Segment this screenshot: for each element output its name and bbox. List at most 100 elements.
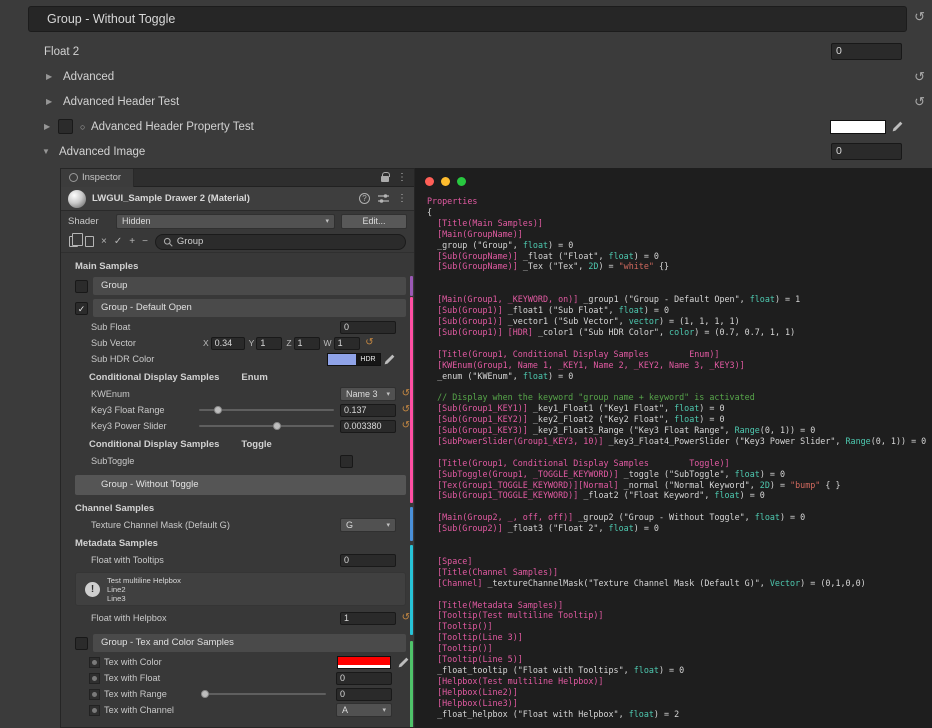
title-metadata-samples: Metadata Samples <box>61 536 414 552</box>
advanced-image-field[interactable]: 0 <box>831 143 902 160</box>
subtoggle-row: SubToggle <box>61 453 414 469</box>
apply-icon[interactable]: ✓ <box>114 237 122 247</box>
group-tex-color-header-bar[interactable]: Group - Tex and Color Samples <box>93 634 406 652</box>
key3-float-range-field[interactable]: 0.137 <box>340 404 396 417</box>
edit-shader-button[interactable]: Edit... <box>341 214 407 229</box>
group-without-toggle-top-header[interactable]: Group - Without Toggle <box>28 6 907 32</box>
revert-icon[interactable]: ↺ <box>396 418 410 434</box>
group-without-toggle-top-header-label: Group - Without Toggle <box>47 12 175 26</box>
key3-float-range-row: Key3 Float Range 0.137 ↺ <box>61 402 414 418</box>
vector-y-field[interactable]: 1 <box>256 337 282 350</box>
subtoggle-checkbox[interactable] <box>340 455 353 468</box>
foldout-arrow-icon[interactable]: ▶ <box>46 67 52 87</box>
sub-float-row: Sub Float 0 <box>61 319 414 335</box>
advanced-image-row: ▼ Advanced Image 0 <box>0 142 932 162</box>
group-without-toggle-bar[interactable]: Group - Without Toggle <box>75 475 406 495</box>
property-search-input[interactable]: Group <box>155 234 406 250</box>
title-conditional-enum-left: Conditional Display Samples <box>89 370 219 386</box>
group-tex-color-checkbox[interactable] <box>75 637 88 650</box>
key3-power-slider-field[interactable]: 0.003380 <box>340 420 396 433</box>
shader-dropdown[interactable]: Hidden ▾ <box>116 214 335 229</box>
float-with-helpbox-field[interactable]: 1 <box>340 612 396 625</box>
revert-icon[interactable]: ↺ <box>396 386 410 402</box>
float-with-helpbox-row: Float with Helpbox 1 ↺ <box>61 610 414 626</box>
key3-power-slider[interactable] <box>199 419 334 433</box>
eyedropper-icon[interactable] <box>383 353 396 366</box>
float2-field[interactable]: 0 <box>831 43 902 60</box>
revert-icon[interactable]: ↺ <box>914 9 925 25</box>
texture-channel-mask-dropdown[interactable]: G ▾ <box>340 518 396 532</box>
tab-menu-icon[interactable]: ⋮ <box>397 173 407 183</box>
revert-icon[interactable]: ↺ <box>396 610 410 626</box>
eyedropper-icon[interactable] <box>891 120 904 133</box>
group-header-bar[interactable]: Group <box>93 277 406 295</box>
close-button[interactable] <box>425 177 434 186</box>
revert-icon[interactable]: ↺ <box>914 67 925 87</box>
sub-float-field[interactable]: 0 <box>340 321 396 334</box>
minimize-button[interactable] <box>441 177 450 186</box>
preset-icon[interactable] <box>378 193 389 204</box>
tex-with-range-field[interactable]: 0 <box>336 688 392 701</box>
foldout-arrow-icon[interactable]: ▼ <box>42 142 50 162</box>
advanced-label[interactable]: Advanced <box>63 67 114 87</box>
vector-z-field[interactable]: 1 <box>294 337 320 350</box>
group-default-open-header-bar[interactable]: Group - Default Open <box>93 299 406 317</box>
float-with-tooltips-row: Float with Tooltips 0 <box>61 552 414 568</box>
advanced-header-property-test-row: ▶ ○ Advanced Header Property Test <box>0 117 932 137</box>
vector-x-field[interactable]: 0.34 <box>211 337 245 350</box>
slider-handle[interactable] <box>273 422 281 430</box>
inspector-tabbar: Inspector ⋮ <box>61 169 414 187</box>
revert-icon[interactable]: ↺ <box>914 92 925 112</box>
texture-channel-mask-label: Texture Channel Mask (Default G) <box>91 520 340 530</box>
group-color-strip-green <box>410 641 413 728</box>
texture-thumbnail-icon[interactable] <box>89 705 100 716</box>
group-checkbox[interactable] <box>75 280 88 293</box>
group-color-strip-blue <box>410 507 413 541</box>
copy-icon[interactable] <box>69 236 78 247</box>
key3-power-slider-label: Key3 Power Slider <box>91 421 199 431</box>
color-swatch-red[interactable] <box>337 656 391 669</box>
texture-thumbnail-icon[interactable] <box>89 657 100 668</box>
title-conditional-enum-right: Enum <box>241 370 267 386</box>
chevron-down-icon: ▾ <box>382 390 390 398</box>
collapse-all-icon[interactable]: − <box>142 237 148 247</box>
texture-thumbnail-icon[interactable] <box>89 673 100 684</box>
eyedropper-icon[interactable] <box>397 656 410 669</box>
texture-channel-mask-row: Texture Channel Mask (Default G) G ▾ <box>61 517 414 533</box>
float-with-tooltips-field[interactable]: 0 <box>340 554 396 567</box>
vector-w-field[interactable]: 1 <box>334 337 360 350</box>
material-menu-icon[interactable]: ⋮ <box>397 194 407 204</box>
advanced-image-label[interactable]: Advanced Image <box>59 142 145 162</box>
slider-handle[interactable] <box>214 406 222 414</box>
tex-with-float-field[interactable]: 0 <box>336 672 392 685</box>
paste-icon[interactable] <box>85 236 94 247</box>
help-icon[interactable]: ? <box>359 193 370 204</box>
advanced-header-property-test-label[interactable]: Advanced Header Property Test <box>91 117 254 137</box>
expand-all-icon[interactable]: + <box>129 237 135 247</box>
tabbar-actions: ⋮ <box>381 173 414 183</box>
zoom-button[interactable] <box>457 177 466 186</box>
advanced-header-property-test-checkbox[interactable] <box>58 119 73 134</box>
tex-with-channel-value: A <box>342 705 348 715</box>
sub-vector-row: Sub Vector X0.34 Y1 Z1 W1 ↺ <box>61 335 414 351</box>
tex-with-channel-dropdown[interactable]: A ▾ <box>336 703 392 717</box>
lock-icon[interactable] <box>381 176 389 182</box>
advanced-header-test-label[interactable]: Advanced Header Test <box>63 92 179 112</box>
foldout-arrow-icon[interactable]: ▶ <box>46 92 52 112</box>
material-preview-sphere[interactable] <box>68 190 86 208</box>
hdr-color-swatch[interactable]: HDR <box>327 353 381 366</box>
texture-thumbnail-icon[interactable] <box>89 689 100 700</box>
tab-inspector[interactable]: Inspector <box>61 169 134 187</box>
cut-icon[interactable]: × <box>101 237 107 247</box>
kwenum-dropdown[interactable]: Name 3 ▾ <box>340 387 396 401</box>
color-swatch-white[interactable] <box>830 120 886 134</box>
tex-with-color-label: Tex with Color <box>104 657 333 667</box>
tex-with-range-slider[interactable] <box>204 687 326 701</box>
group-default-open-checkbox[interactable]: ✓ <box>75 302 88 315</box>
key3-float-range-slider[interactable] <box>199 403 334 417</box>
revert-icon[interactable]: ↺ <box>360 335 374 351</box>
slider-handle[interactable] <box>201 690 209 698</box>
foldout-arrow-icon[interactable]: ▶ <box>44 117 50 137</box>
tex-with-float-label: Tex with Float <box>104 673 332 683</box>
revert-icon[interactable]: ↺ <box>396 402 410 418</box>
